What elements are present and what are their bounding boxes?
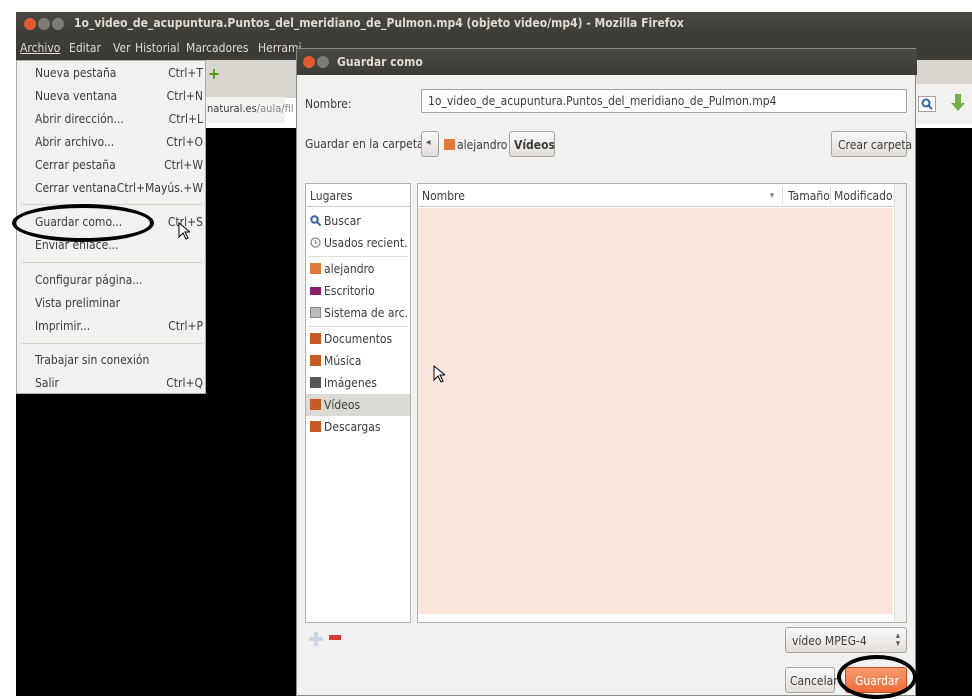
place-home[interactable]: alejandro [306, 258, 410, 280]
add-bookmark-icon[interactable] [309, 632, 323, 646]
updown-arrow-icon: ▴ ▾ [895, 631, 900, 649]
menu-item-work-offline[interactable]: Trabajar sin conexión [35, 351, 203, 371]
file-type-select[interactable]: vídeo MPEG-4 ▴ ▾ [785, 627, 907, 653]
path-videos-label: Vídeos [514, 138, 555, 152]
places-separator [308, 256, 408, 257]
close-icon[interactable] [24, 18, 36, 30]
menu-item-open-file[interactable]: Abrir archivo... Ctrl+O [35, 133, 203, 153]
dialog-minimize-icon[interactable] [317, 56, 329, 68]
menu-item-new-window[interactable]: Nueva ventana Ctrl+N [35, 87, 203, 107]
url-bar[interactable]: natural.es/aula/fil [205, 97, 294, 123]
sort-arrow-icon: ▾ [770, 191, 775, 201]
menu-separator [21, 343, 203, 344]
window-title: 1o_video_de_acupuntura.Puntos_del_meridi… [74, 16, 684, 30]
remove-bookmark-icon[interactable] [329, 635, 341, 641]
place-music[interactable]: Música [306, 350, 410, 372]
chevron-left-icon: ◂ [426, 137, 431, 148]
desktop-icon [310, 287, 321, 295]
places-pane: Lugares Buscar Usados recient... alejand… [305, 183, 411, 623]
documents-folder-icon [310, 333, 321, 344]
url-host: natural.es [207, 102, 257, 115]
menu-item-open-location[interactable]: Abrir dirección... Ctrl+L [35, 110, 203, 130]
name-label: Nombre: [305, 97, 352, 111]
drive-icon [310, 307, 321, 318]
annotation-ellipse [837, 655, 917, 699]
place-downloads[interactable]: Descargas [306, 416, 410, 438]
mouse-cursor-icon [178, 222, 190, 240]
menu-item-close-tab[interactable]: Cerrar pestaña Ctrl+W [35, 156, 203, 176]
recent-icon [310, 237, 321, 248]
file-list[interactable] [418, 208, 893, 614]
menu-item-close-window[interactable]: Cerrar ventana Ctrl+Mayús.+W [35, 179, 203, 199]
menu-item-print[interactable]: Imprimir... Ctrl+P [35, 317, 203, 337]
column-separator [830, 186, 831, 204]
cancel-button[interactable]: Cancelar [785, 667, 838, 693]
filename-value: 1o_video_de_acupuntura.Puntos_del_meridi… [428, 94, 777, 108]
dialog-close-icon[interactable] [303, 56, 315, 68]
annotation-ellipse [12, 204, 154, 242]
maximize-icon[interactable] [52, 18, 64, 30]
menu-item-print-preview[interactable]: Vista preliminar [35, 294, 203, 314]
path-alejandro-button[interactable]: alejandro [441, 131, 507, 157]
menu-marcadores[interactable]: Marcadores [186, 41, 249, 55]
menu-editar[interactable]: Editar [69, 41, 101, 55]
menu-ver[interactable]: Ver [113, 41, 131, 55]
save-as-dialog: Guardar como Nombre: 1o_video_de_acupunt… [296, 48, 917, 699]
places-header[interactable]: Lugares [306, 184, 410, 207]
search-icon [310, 215, 321, 226]
mouse-cursor-icon [433, 365, 445, 383]
place-pictures[interactable]: Imágenes [306, 372, 410, 394]
download-arrow-icon[interactable] [950, 93, 966, 113]
create-folder-label: Crear carpeta [838, 138, 913, 152]
toolbar-right [912, 84, 972, 124]
column-separator [782, 186, 783, 204]
menu-historial[interactable]: Historial [135, 41, 180, 55]
minimize-icon[interactable] [38, 18, 50, 30]
filename-input[interactable]: 1o_video_de_acupuntura.Puntos_del_meridi… [421, 89, 907, 113]
files-header: Nombre ▾ Tamaño Modificado [418, 184, 906, 207]
downloads-folder-icon [310, 421, 321, 432]
column-modified[interactable]: Modificado [834, 189, 893, 203]
column-size[interactable]: Tamaño [788, 189, 830, 203]
dialog-title: Guardar como [337, 55, 423, 69]
places-separator [308, 326, 408, 327]
create-folder-button[interactable]: Crear carpeta [831, 131, 912, 157]
place-documents[interactable]: Documentos [306, 328, 410, 350]
firefox-titlebar: 1o_video_de_acupuntura.Puntos_del_meridi… [16, 12, 972, 36]
menu-item-page-setup[interactable]: Configurar página... [35, 271, 203, 291]
menu-item-new-tab[interactable]: Nueva pestaña Ctrl+T [35, 64, 203, 84]
music-folder-icon [310, 355, 321, 366]
pictures-folder-icon [310, 377, 321, 388]
place-videos[interactable]: Vídeos [306, 394, 410, 416]
place-recent[interactable]: Usados recient... [306, 232, 410, 254]
dialog-titlebar: Guardar como [297, 49, 917, 75]
url-path: /aula/fil [256, 102, 294, 115]
new-tab-plus-icon[interactable]: + [208, 64, 220, 83]
videos-folder-icon [310, 399, 321, 410]
search-button[interactable] [918, 96, 936, 112]
path-back-button[interactable]: ◂ [421, 131, 439, 157]
place-filesystem[interactable]: Sistema de arc... [306, 302, 410, 324]
files-pane: Nombre ▾ Tamaño Modificado [417, 183, 907, 623]
place-search[interactable]: Buscar [306, 210, 410, 232]
folder-label: Guardar en la carpeta: [305, 137, 428, 151]
menu-archivo[interactable]: Archivo [20, 41, 60, 55]
search-icon [921, 98, 933, 110]
column-name[interactable]: Nombre [422, 189, 465, 203]
menu-item-quit[interactable]: Salir Ctrl+Q [35, 374, 203, 394]
path-videos-button[interactable]: Vídeos [509, 131, 555, 157]
home-folder-icon [444, 139, 455, 150]
place-desktop[interactable]: Escritorio [306, 280, 410, 302]
file-list-scrollbar[interactable] [894, 184, 906, 622]
home-folder-icon [310, 263, 321, 274]
menu-separator [21, 262, 203, 263]
path-alejandro-label: alejandro [457, 138, 508, 152]
